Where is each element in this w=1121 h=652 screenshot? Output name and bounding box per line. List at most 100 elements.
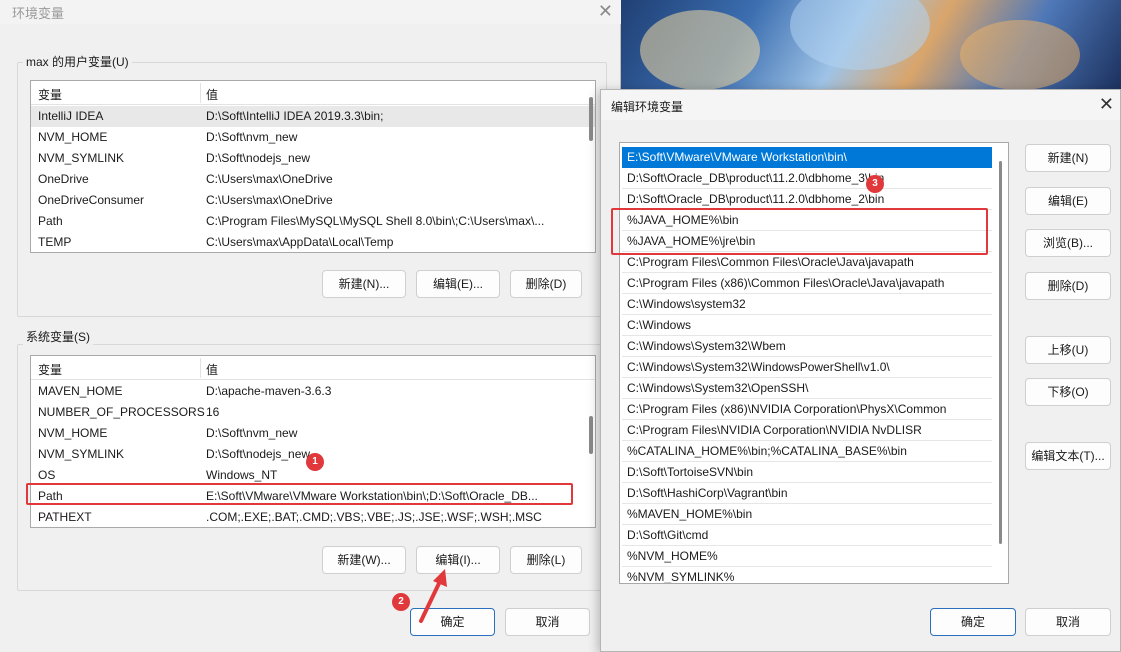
- edit-environment-variable-dialog: 编辑环境变量 ✕ E:\Soft\VMware\VMware Workstati…: [600, 89, 1121, 652]
- table-row[interactable]: NUMBER_OF_PROCESSORS 16: [31, 402, 595, 423]
- variable-value: D:\Soft\nodejs_new: [206, 447, 311, 461]
- variable-value: C:\Users\max\OneDrive: [206, 172, 333, 186]
- path-entry[interactable]: E:\Soft\VMware\VMware Workstation\bin\: [622, 147, 992, 168]
- dialog-title: 编辑环境变量: [611, 100, 684, 114]
- system-variables-list[interactable]: 变量 值 MAVEN_HOME D:\apache-maven-3.6.3 NUMB…: [30, 355, 596, 528]
- variable-value: D:\Soft\IntelliJ IDEA 2019.3.3\bin;: [206, 109, 384, 123]
- variable-name: PATHEXT: [38, 510, 92, 524]
- path-entry[interactable]: D:\Soft\TortoiseSVN\bin: [622, 462, 992, 483]
- user-delete-button[interactable]: 删除(D): [510, 270, 582, 298]
- table-row[interactable]: PATHEXT .COM;.EXE;.BAT;.CMD;.VBS;.VBE;.JS…: [31, 507, 595, 527]
- edit-entry-button[interactable]: 编辑(E): [1025, 187, 1111, 215]
- variable-name: OneDrive: [38, 172, 89, 186]
- path-entry[interactable]: C:\Windows\System32\WindowsPowerShell\v1…: [622, 357, 992, 378]
- path-entry[interactable]: D:\Soft\Git\cmd: [622, 525, 992, 546]
- sys-delete-button[interactable]: 删除(L): [510, 546, 582, 574]
- path-entry[interactable]: %CATALINA_HOME%\bin;%CATALINA_BASE%\bin: [622, 441, 992, 462]
- path-entry[interactable]: C:\Program Files (x86)\Common Files\Orac…: [622, 273, 992, 294]
- table-row[interactable]: Path C:\Program Files\MySQL\MySQL Shell 8…: [31, 211, 595, 232]
- table-row[interactable]: OneDriveConsumer C:\Users\max\OneDrive: [31, 190, 595, 211]
- variable-value: C:\Users\max\OneDrive: [206, 193, 333, 207]
- scrollbar-thumb[interactable]: [589, 97, 593, 141]
- sys-new-button[interactable]: 新建(W)...: [322, 546, 406, 574]
- path-entry[interactable]: %JAVA_HOME%\bin: [622, 210, 992, 231]
- annotation-marker-1: 1: [306, 453, 324, 471]
- path-entry[interactable]: D:\Soft\HashiCorp\Vagrant\bin: [622, 483, 992, 504]
- desktop-wallpaper: [620, 0, 1121, 95]
- environment-variables-window: 环境变量 ✕ max 的用户变量(U) 变量 值 IntelliJ IDEA D:…: [0, 0, 621, 652]
- column-divider: [200, 83, 201, 103]
- window-title: 环境变量: [12, 6, 65, 21]
- column-header-variable[interactable]: 变量: [38, 86, 62, 103]
- table-row[interactable]: IntelliJ IDEA D:\Soft\IntelliJ IDEA 2019.…: [31, 106, 595, 127]
- table-row[interactable]: Path E:\Soft\VMware\VMware Workstation\bi…: [31, 486, 595, 507]
- table-row[interactable]: NVM_HOME D:\Soft\nvm_new: [31, 423, 595, 444]
- variable-value: E:\Soft\VMware\VMware Workstation\bin\;D…: [206, 489, 538, 503]
- table-row[interactable]: OneDrive C:\Users\max\OneDrive: [31, 169, 595, 190]
- scrollbar-thumb[interactable]: [589, 416, 593, 454]
- table-row[interactable]: NVM_HOME D:\Soft\nvm_new: [31, 127, 595, 148]
- variable-name: OS: [38, 468, 56, 482]
- column-header-value[interactable]: 值: [206, 361, 218, 378]
- move-up-button[interactable]: 上移(U): [1025, 336, 1111, 364]
- path-entries-list[interactable]: E:\Soft\VMware\VMware Workstation\bin\ D:…: [619, 142, 1009, 584]
- variable-value: D:\Soft\nodejs_new: [206, 151, 311, 165]
- path-entry[interactable]: C:\Program Files\Common Files\Oracle\Jav…: [622, 252, 992, 273]
- title-bar: 编辑环境变量 ✕: [601, 90, 1120, 120]
- path-entry[interactable]: C:\Program Files\NVIDIA Corporation\NVID…: [622, 420, 992, 441]
- variable-value: Windows_NT: [206, 468, 278, 482]
- user-variables-label: max 的用户变量(U): [23, 53, 132, 70]
- cancel-button[interactable]: 取消: [1025, 608, 1111, 636]
- path-entry[interactable]: C:\Windows\system32: [622, 294, 992, 315]
- close-icon[interactable]: ✕: [598, 1, 613, 22]
- browse-button[interactable]: 浏览(B)...: [1025, 229, 1111, 257]
- variable-name: Path: [38, 214, 63, 228]
- user-edit-button[interactable]: 编辑(E)...: [416, 270, 500, 298]
- variable-value: .COM;.EXE;.BAT;.CMD;.VBS;.VBE;.JS;.JSE;.…: [206, 510, 542, 524]
- path-entry[interactable]: %NVM_HOME%: [622, 546, 992, 567]
- path-entry[interactable]: C:\Windows\System32\Wbem: [622, 336, 992, 357]
- variable-name: NVM_SYMLINK: [38, 447, 125, 461]
- variable-name: NVM_SYMLINK: [38, 151, 125, 165]
- variable-value: D:\Soft\nvm_new: [206, 426, 298, 440]
- list-header: 变量 值: [31, 356, 595, 380]
- user-variables-list[interactable]: 变量 值 IntelliJ IDEA D:\Soft\IntelliJ IDEA …: [30, 80, 596, 253]
- variable-name: MAVEN_HOME: [38, 384, 123, 398]
- annotation-marker-3: 3: [866, 175, 884, 193]
- variable-name: TEMP: [38, 235, 72, 249]
- ok-button[interactable]: 确定: [930, 608, 1016, 636]
- variable-name: NUMBER_OF_PROCESSORS: [38, 405, 205, 419]
- column-header-variable[interactable]: 变量: [38, 361, 62, 378]
- move-down-button[interactable]: 下移(O): [1025, 378, 1111, 406]
- path-entry[interactable]: D:\Soft\Oracle_DB\product\11.2.0\dbhome_…: [622, 168, 992, 189]
- variable-name: Path: [38, 489, 63, 503]
- path-entry[interactable]: D:\Soft\Oracle_DB\product\11.2.0\dbhome_…: [622, 189, 992, 210]
- path-entry[interactable]: C:\Windows: [622, 315, 992, 336]
- variable-value: D:\apache-maven-3.6.3: [206, 384, 332, 398]
- column-header-value[interactable]: 值: [206, 86, 218, 103]
- path-entry[interactable]: C:\Windows\System32\OpenSSH\: [622, 378, 992, 399]
- delete-entry-button[interactable]: 删除(D): [1025, 272, 1111, 300]
- variable-name: NVM_HOME: [38, 130, 108, 144]
- new-entry-button[interactable]: 新建(N): [1025, 144, 1111, 172]
- table-row[interactable]: MAVEN_HOME D:\apache-maven-3.6.3: [31, 381, 595, 402]
- close-icon[interactable]: ✕: [1099, 94, 1114, 115]
- path-entry[interactable]: %JAVA_HOME%\jre\bin: [622, 231, 992, 252]
- list-header: 变量 值: [31, 81, 595, 105]
- arrow-annotation-icon: [419, 569, 447, 623]
- annotation-marker-2: 2: [392, 593, 410, 611]
- table-row[interactable]: TEMP C:\Users\max\AppData\Local\Temp: [31, 232, 595, 252]
- path-entry[interactable]: %NVM_SYMLINK%: [622, 567, 992, 583]
- title-bar: 环境变量 ✕: [0, 0, 621, 24]
- path-entry[interactable]: %MAVEN_HOME%\bin: [622, 504, 992, 525]
- variable-name: OneDriveConsumer: [38, 193, 145, 207]
- cancel-button[interactable]: 取消: [505, 608, 590, 636]
- user-new-button[interactable]: 新建(N)...: [322, 270, 406, 298]
- edit-text-button[interactable]: 编辑文本(T)...: [1025, 442, 1111, 470]
- variable-value: D:\Soft\nvm_new: [206, 130, 298, 144]
- variable-value: 16: [206, 405, 220, 419]
- scrollbar-thumb[interactable]: [999, 161, 1002, 544]
- table-row[interactable]: NVM_SYMLINK D:\Soft\nodejs_new: [31, 148, 595, 169]
- path-entry[interactable]: C:\Program Files (x86)\NVIDIA Corporatio…: [622, 399, 992, 420]
- system-variables-label: 系统变量(S): [23, 328, 93, 345]
